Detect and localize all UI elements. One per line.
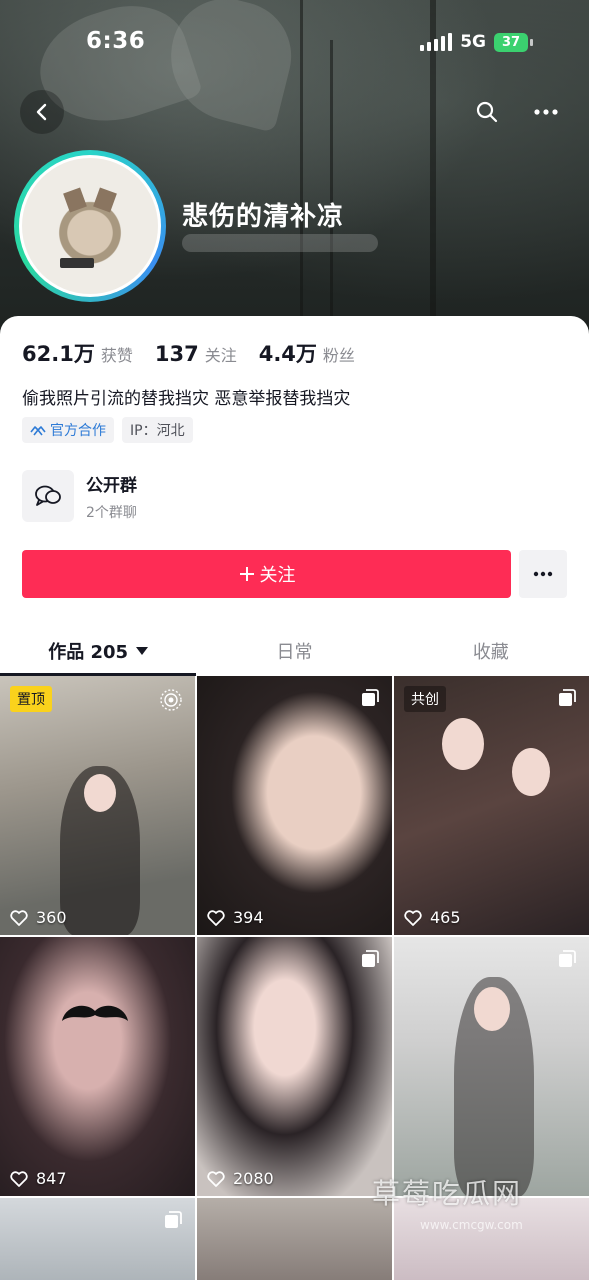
multi-image-icon — [362, 689, 379, 706]
public-group-entry[interactable]: 公开群 2个群聊 — [22, 470, 137, 522]
like-count-value: 465 — [430, 908, 461, 927]
more-horizontal-icon — [534, 109, 558, 115]
group-chat-icon — [22, 470, 74, 522]
tab-label: 作品 205 — [48, 642, 129, 663]
multi-image-icon — [165, 1211, 182, 1228]
stat-label: 关注 — [204, 346, 237, 365]
heart-icon — [10, 1170, 28, 1187]
search-button[interactable] — [465, 90, 509, 134]
like-count: 847 — [10, 1169, 67, 1188]
more-options-button[interactable] — [524, 90, 568, 134]
official-tag-label: 官方合作 — [50, 423, 106, 439]
video-thumbnail[interactable] — [394, 937, 589, 1196]
video-thumbnail[interactable] — [0, 1198, 195, 1280]
like-count-value: 360 — [36, 908, 67, 927]
video-thumbnail[interactable]: 394 — [197, 676, 392, 935]
stat-followers[interactable]: 4.4万 粉丝 — [259, 338, 355, 368]
like-count-value: 847 — [36, 1169, 67, 1188]
status-indicators: 5G 37 — [420, 32, 533, 52]
tab-favorites[interactable]: 收藏 — [393, 626, 589, 676]
ip-location-tag: IP：河北 — [122, 417, 193, 443]
avatar-image — [22, 158, 158, 294]
video-thumbnail[interactable]: 847 — [0, 937, 195, 1196]
battery-icon: 37 — [494, 32, 533, 52]
stat-label: 粉丝 — [322, 346, 355, 365]
stat-value: 62.1万 — [22, 342, 95, 366]
watermark-text: 草莓吃瓜网 — [372, 1177, 523, 1210]
video-thumbnail[interactable]: 2080 — [197, 937, 392, 1196]
profile-bio: 偷我照片引流的替我挡灾 恶意举报替我挡灾 — [22, 389, 351, 409]
more-horizontal-icon — [533, 571, 553, 577]
back-button[interactable] — [20, 90, 64, 134]
official-cooperation-tag[interactable]: 官方合作 — [22, 417, 114, 443]
video-thumbnail[interactable]: 置顶 360 — [0, 676, 195, 935]
tab-daily[interactable]: 日常 — [196, 626, 392, 676]
multi-image-icon — [362, 950, 379, 967]
multi-image-icon — [559, 950, 576, 967]
stat-value: 137 — [154, 342, 199, 366]
stat-value: 4.4万 — [258, 342, 317, 366]
ip-tag-label: IP：河北 — [130, 423, 185, 439]
stat-likes[interactable]: 62.1万 获赞 — [22, 338, 133, 368]
network-label: 5G — [460, 32, 486, 52]
group-title: 公开群 — [86, 475, 137, 496]
watermark-url: www.cmcgw.com — [420, 1218, 523, 1232]
chevron-left-icon — [36, 103, 47, 121]
tab-works[interactable]: 作品 205 — [0, 626, 197, 676]
heart-icon — [207, 1170, 225, 1187]
stat-following[interactable]: 137 关注 — [155, 342, 237, 366]
pinned-badge: 置顶 — [10, 686, 52, 712]
handshake-icon — [30, 426, 46, 436]
like-count-value: 2080 — [233, 1169, 274, 1188]
heart-icon — [10, 909, 28, 926]
co-create-badge: 共创 — [404, 686, 446, 712]
follow-more-button[interactable] — [519, 550, 567, 598]
search-icon — [476, 101, 498, 123]
content-tabs: 作品 205 日常 收藏 — [0, 626, 589, 676]
video-thumbnail[interactable] — [197, 1198, 392, 1280]
stat-label: 获赞 — [100, 346, 133, 365]
profile-stats: 62.1万 获赞 137 关注 4.4万 粉丝 — [22, 338, 355, 368]
profile-name: 悲伤的清补凉 — [182, 202, 345, 232]
plus-icon — [239, 567, 254, 581]
tab-label: 日常 — [276, 642, 313, 663]
follow-button[interactable]: 关注 — [22, 550, 511, 598]
video-thumbnail[interactable]: 共创 465 — [394, 676, 589, 935]
mustache-sticker-icon — [62, 1005, 128, 1021]
signal-icon — [420, 33, 453, 51]
like-count: 2080 — [207, 1169, 274, 1188]
battery-level: 37 — [494, 32, 528, 52]
caret-down-icon — [136, 647, 149, 655]
tab-label: 收藏 — [472, 642, 509, 663]
like-count: 394 — [207, 908, 264, 927]
status-time: 6:36 — [86, 28, 146, 54]
user-id-blurred — [182, 234, 378, 252]
heart-icon — [207, 909, 225, 926]
follow-label: 关注 — [259, 565, 296, 586]
avatar[interactable] — [14, 150, 166, 302]
profile-tags: 官方合作 IP：河北 — [22, 417, 193, 443]
like-count: 360 — [10, 908, 67, 927]
group-subtitle: 2个群聊 — [86, 504, 137, 521]
like-count-value: 394 — [233, 908, 264, 927]
live-photo-icon — [160, 689, 182, 711]
heart-icon — [404, 909, 422, 926]
multi-image-icon — [559, 689, 576, 706]
like-count: 465 — [404, 908, 461, 927]
